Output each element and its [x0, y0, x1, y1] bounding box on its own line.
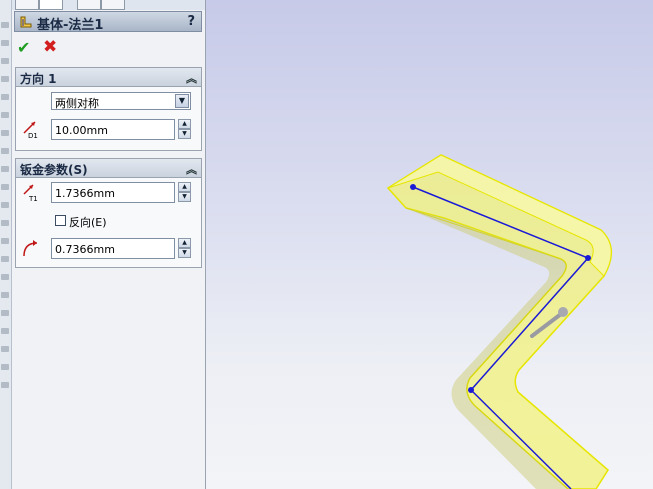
- depth-field[interactable]: 10.00mm: [51, 119, 175, 140]
- thickness-field[interactable]: 1.7366mm: [51, 182, 175, 203]
- tree-icon[interactable]: [1, 256, 9, 262]
- double-chevron-up-icon[interactable]: ︽: [186, 70, 197, 86]
- depth-d1-icon: D1: [23, 121, 38, 139]
- tree-icon[interactable]: [1, 310, 9, 316]
- sketch-point: [585, 255, 591, 261]
- depth-spinner[interactable]: ▲ ▼: [178, 119, 191, 140]
- thickness-spinner[interactable]: ▲ ▼: [178, 182, 191, 203]
- thickness-value: 1.7366mm: [55, 187, 115, 200]
- direction1-title: 方向 1: [20, 72, 57, 86]
- tree-icon[interactable]: [1, 22, 9, 28]
- spin-down-icon[interactable]: ▼: [178, 248, 191, 258]
- sketch-point: [410, 184, 416, 190]
- reverse-checkbox[interactable]: [55, 215, 66, 226]
- sheetmetal-params-group: 钣金参数(S) ︽ T1 1.7366mm ▲ ▼ 反向(E) 0.7366mm…: [15, 158, 202, 268]
- base-flange-icon: [20, 16, 32, 28]
- bend-radius-field[interactable]: 0.7366mm: [51, 238, 175, 259]
- graphics-viewport[interactable]: [206, 0, 653, 489]
- double-chevron-up-icon[interactable]: ︽: [186, 161, 197, 177]
- tree-icon[interactable]: [1, 382, 9, 388]
- tree-icon[interactable]: [1, 220, 9, 226]
- direction-arrow-handle[interactable]: [558, 307, 568, 317]
- spin-up-icon[interactable]: ▲: [178, 182, 191, 192]
- bend-radius-value: 0.7366mm: [55, 243, 115, 256]
- tab-feature-manager[interactable]: [15, 0, 39, 10]
- tree-icon[interactable]: [1, 166, 9, 172]
- tree-icon[interactable]: [1, 202, 9, 208]
- direction1-group: 方向 1 ︽ 两侧对称 ▼ D1 10.00mm ▲ ▼: [15, 67, 202, 151]
- reverse-label[interactable]: 反向(E): [69, 214, 107, 230]
- svg-text:D1: D1: [28, 132, 38, 139]
- panel-title-bar: 基体-法兰1 ?: [14, 11, 202, 33]
- tree-icon[interactable]: [1, 130, 9, 136]
- bend-radius-spinner[interactable]: ▲ ▼: [178, 238, 191, 259]
- tree-icon[interactable]: [1, 292, 9, 298]
- cancel-button[interactable]: ✖: [43, 39, 59, 56]
- depth-value: 10.00mm: [55, 124, 108, 137]
- tree-icon[interactable]: [1, 238, 9, 244]
- tree-icon[interactable]: [1, 40, 9, 46]
- tree-icon[interactable]: [1, 346, 9, 352]
- sheetmetal-preview: [386, 154, 612, 489]
- end-condition-value: 两侧对称: [55, 97, 99, 110]
- tree-icon[interactable]: [1, 364, 9, 370]
- spin-up-icon[interactable]: ▲: [178, 238, 191, 248]
- tree-icon[interactable]: [1, 76, 9, 82]
- end-condition-select[interactable]: 两侧对称 ▼: [51, 92, 191, 110]
- thickness-t1-icon: T1: [23, 184, 38, 202]
- svg-text:T1: T1: [28, 195, 38, 202]
- tab-display-manager[interactable]: [101, 0, 125, 10]
- tree-icon[interactable]: [1, 184, 9, 190]
- bend-radius-icon: [23, 240, 38, 257]
- help-icon[interactable]: ?: [187, 14, 195, 29]
- feature-tree-icon-strip: [0, 0, 12, 489]
- tree-icon[interactable]: [1, 58, 9, 64]
- tab-configuration-manager[interactable]: [77, 0, 101, 10]
- tree-icon[interactable]: [1, 328, 9, 334]
- sketch-point: [468, 387, 474, 393]
- spin-down-icon[interactable]: ▼: [178, 192, 191, 202]
- tree-icon[interactable]: [1, 148, 9, 154]
- spin-down-icon[interactable]: ▼: [178, 129, 191, 139]
- chevron-down-icon[interactable]: ▼: [175, 94, 189, 108]
- tree-icon[interactable]: [1, 94, 9, 100]
- direction1-header[interactable]: 方向 1 ︽: [16, 68, 201, 87]
- sheetmetal-params-title: 钣金参数(S): [20, 163, 88, 177]
- manager-tabs: [12, 0, 205, 10]
- property-manager-panel: 基体-法兰1 ? ✔ ✖ 方向 1 ︽ 两侧对称 ▼ D1 10.00mm ▲ …: [12, 0, 206, 489]
- tab-property-manager[interactable]: [39, 0, 63, 10]
- tree-icon[interactable]: [1, 112, 9, 118]
- tree-icon[interactable]: [1, 274, 9, 280]
- ok-button[interactable]: ✔: [17, 40, 33, 56]
- spin-up-icon[interactable]: ▲: [178, 119, 191, 129]
- panel-title: 基体-法兰1: [37, 18, 104, 33]
- sheetmetal-params-header[interactable]: 钣金参数(S) ︽: [16, 159, 201, 178]
